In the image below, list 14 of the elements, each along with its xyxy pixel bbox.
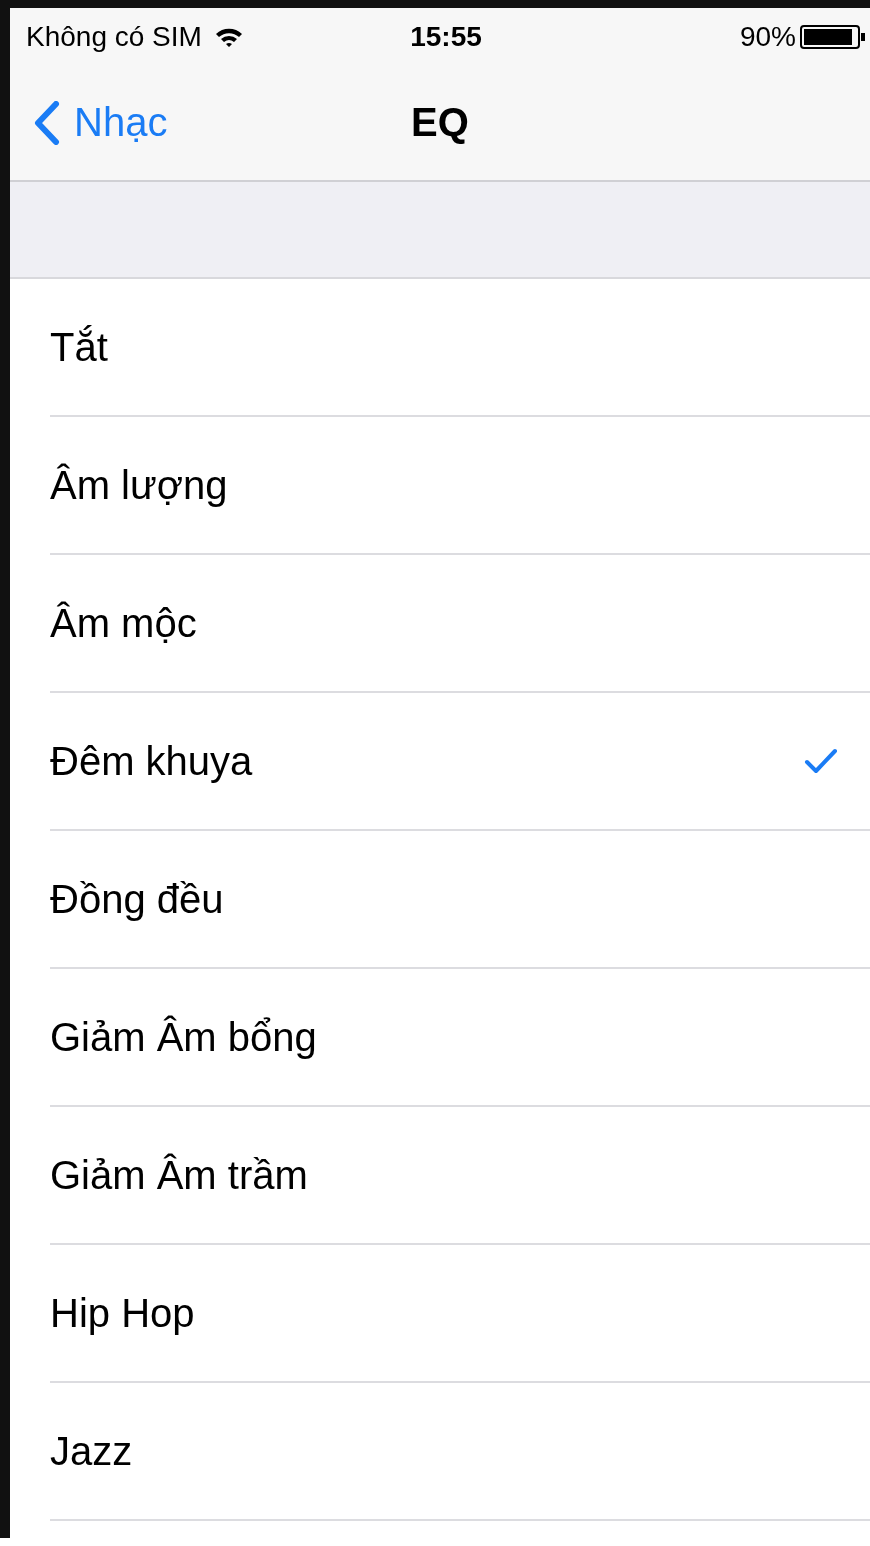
clock-time: 15:55 <box>410 20 482 53</box>
eq-preset-item[interactable]: Tắt <box>50 279 870 417</box>
eq-preset-item[interactable]: Jazz <box>50 1383 870 1521</box>
back-button[interactable]: Nhạc <box>34 100 168 145</box>
carrier-label: Không có SIM <box>26 20 202 53</box>
battery-icon <box>800 23 866 50</box>
screen-title: EQ <box>410 100 470 145</box>
eq-preset-item[interactable]: Âm lượng <box>50 417 870 555</box>
battery-percent: 90% <box>739 20 796 53</box>
eq-preset-item[interactable]: Giảm Âm trầm <box>50 1107 870 1245</box>
chevron-left-icon <box>34 100 60 145</box>
eq-preset-item[interactable]: Giảm Âm bổng <box>50 969 870 1107</box>
eq-preset-item[interactable]: Đồng đều <box>50 831 870 969</box>
eq-preset-item[interactable]: Hip Hop <box>50 1245 870 1383</box>
